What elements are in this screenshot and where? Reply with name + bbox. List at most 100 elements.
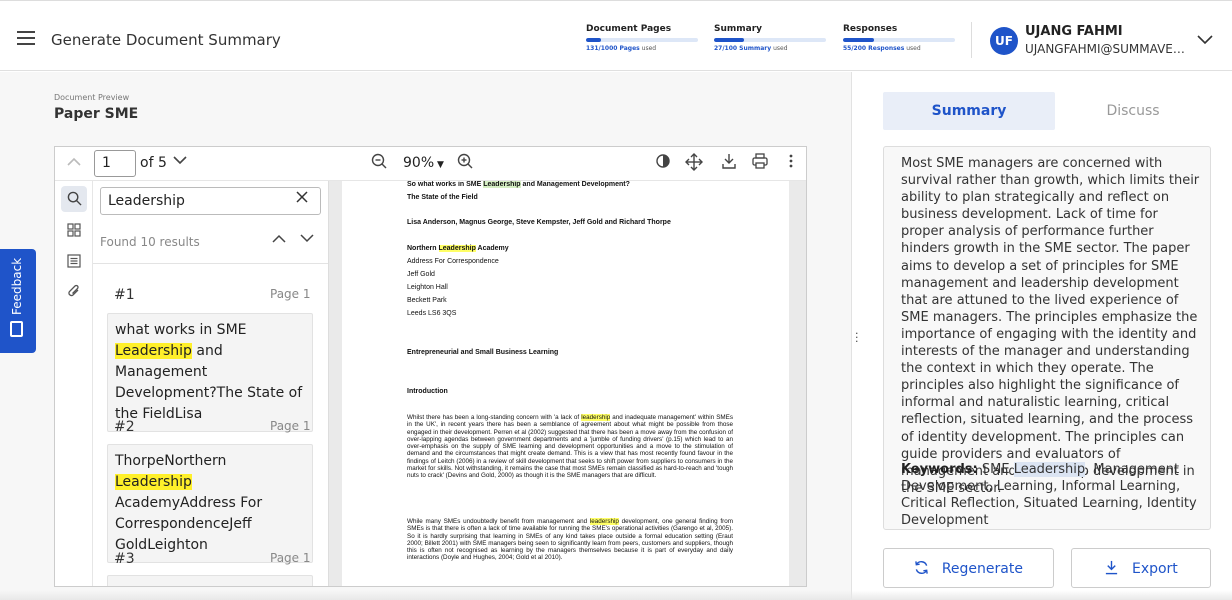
regenerate-label: Regenerate (941, 561, 1023, 577)
bottom-shadow (0, 590, 1232, 600)
paper-authors: Lisa Anderson, Magnus George, Steve Kemp… (407, 219, 671, 226)
result-match: Leadership (115, 343, 192, 359)
more-options-icon[interactable] (781, 153, 801, 173)
prev-page-icon[interactable] (67, 155, 81, 170)
page-number-input[interactable]: 1 (94, 150, 136, 177)
paper-title: So what works in SME Leadership and Mana… (407, 181, 630, 188)
tab-summary[interactable]: Summary (883, 92, 1055, 130)
zoom-out-icon[interactable] (369, 153, 389, 173)
result-page: Page 1 (270, 419, 311, 433)
thumbnails-icon[interactable] (61, 217, 87, 243)
download-icon[interactable] (719, 153, 739, 173)
zoom-select[interactable]: 90% ▼ (403, 155, 444, 171)
tab-discuss[interactable]: Discuss (1056, 92, 1210, 130)
document-canvas: So what works in SME Leadership and Mana… (329, 181, 806, 586)
result-number: #2 (114, 419, 135, 435)
result-number: #3 (114, 551, 135, 567)
feedback-label: Feedback (10, 257, 24, 315)
paper-section-heading: Introduction (407, 388, 448, 395)
usage-label: Responses (843, 24, 898, 34)
paper-address-line: Address For Correspondence (407, 258, 499, 265)
search-result-card[interactable]: ThorpeNorthern Leadership AcademyAddress… (107, 444, 313, 563)
usage-bar-fill (586, 38, 601, 42)
summary-content: Most SME managers are concerned with sur… (883, 146, 1211, 530)
user-email: UJANGFAHMI@SUMMAVERSE.COM (1025, 42, 1193, 56)
user-name: UJANG FAHMI (1025, 24, 1123, 39)
app-header: Generate Document Summary Document Pages… (0, 0, 1232, 71)
panel-resize-handle[interactable]: · · · (855, 328, 859, 347)
page-title: Generate Document Summary (51, 31, 281, 49)
usage-count: 55/200 Responses (843, 45, 905, 52)
theme-toggle-icon[interactable] (653, 153, 673, 173)
usage-suffix: used (641, 45, 657, 52)
next-result-icon[interactable] (300, 232, 314, 247)
document-title: Paper SME (54, 106, 139, 122)
usage-bar (843, 38, 955, 42)
search-input[interactable]: Leadership (100, 187, 321, 215)
page-count: of 5 (140, 155, 167, 171)
outline-icon[interactable] (61, 248, 87, 274)
usage-bar-fill (843, 38, 874, 42)
regenerate-button[interactable]: Regenerate (883, 548, 1054, 588)
usage-summary: Summary 27/100 Summary used (714, 24, 826, 52)
zoom-value: 90% (403, 155, 435, 171)
usage-count: 27/100 Summary (714, 45, 772, 52)
export-button[interactable]: Export (1071, 548, 1211, 588)
summary-text: Most SME managers are concerned with sur… (901, 156, 1200, 496)
results-count: Found 10 results (100, 235, 200, 249)
result-match: Leadership (115, 474, 192, 490)
close-icon[interactable] (296, 191, 308, 207)
usage-bar (586, 38, 698, 42)
summary-panel: Summary Discuss Most SME managers are co… (866, 72, 1232, 600)
usage-suffix: used (906, 45, 921, 52)
paper-affiliation: Northern Leadership Academy (407, 245, 509, 252)
usage-bar (714, 38, 826, 42)
next-page-icon[interactable] (173, 153, 187, 169)
zoom-in-icon[interactable] (455, 153, 475, 173)
result-text: what works in SME (115, 322, 247, 338)
keywords-label: Keywords: (901, 462, 978, 477)
export-label: Export (1131, 561, 1178, 577)
chevron-down-icon[interactable] (1197, 33, 1213, 49)
paper-address-line: Leeds LS6 3QS (407, 310, 457, 317)
search-result-card[interactable] (107, 575, 313, 586)
result-page: Page 1 (270, 551, 311, 565)
paper-section-heading: Entrepreneurial and Small Business Learn… (407, 349, 559, 356)
avatar[interactable]: UF (990, 27, 1018, 55)
result-page: Page 1 (270, 287, 311, 301)
pan-icon[interactable] (684, 153, 704, 175)
menu-icon[interactable] (17, 31, 35, 47)
usage-responses: Responses 55/200 Responses used (843, 24, 955, 52)
usage-label: Document Pages (586, 24, 672, 34)
usage-label: Summary (714, 24, 763, 34)
document-page: So what works in SME Leadership and Mana… (342, 181, 789, 586)
usage-suffix: used (773, 45, 788, 52)
search-results-pane: Leadership Found 10 results #1 Page 1 wh… (93, 181, 329, 586)
result-text: AcademyAddress For CorrespondenceJeff Go… (115, 495, 263, 553)
clipboard-icon (10, 321, 23, 337)
paper-address-line: Leighton Hall (407, 284, 448, 291)
result-number: #1 (114, 287, 135, 303)
paper-paragraph: Whilst there has been a long-standing co… (407, 414, 733, 480)
paper-subtitle: The State of the Field (407, 194, 478, 201)
paper-address-line: Beckett Park (407, 297, 447, 304)
divider (93, 263, 328, 264)
prev-result-icon[interactable] (272, 232, 286, 247)
usage-count: 131/1000 Pages (586, 45, 640, 52)
pdf-viewer: 1 of 5 90% ▼ Leadership Found 10 results… (54, 146, 807, 587)
attachment-icon[interactable] (61, 279, 87, 305)
refresh-icon (914, 559, 934, 577)
header-divider (971, 22, 972, 58)
print-icon[interactable] (750, 153, 770, 173)
viewer-sidebar-rail (55, 181, 93, 586)
search-icon[interactable] (61, 186, 87, 212)
feedback-button[interactable]: Feedback (0, 249, 36, 353)
download-icon (1104, 559, 1124, 577)
paper-address-line: Jeff Gold (407, 271, 435, 278)
paper-paragraph: While many SMEs undoubtedly benefit from… (407, 518, 733, 562)
usage-bar-fill (714, 38, 745, 42)
result-text: ThorpeNorthern (115, 453, 227, 469)
document-preview-label: Document Preview (54, 93, 130, 102)
search-result-card[interactable]: what works in SME Leadership and Managem… (107, 313, 313, 432)
keywords: Keywords: SME Leadership, Management Dev… (901, 462, 1197, 529)
